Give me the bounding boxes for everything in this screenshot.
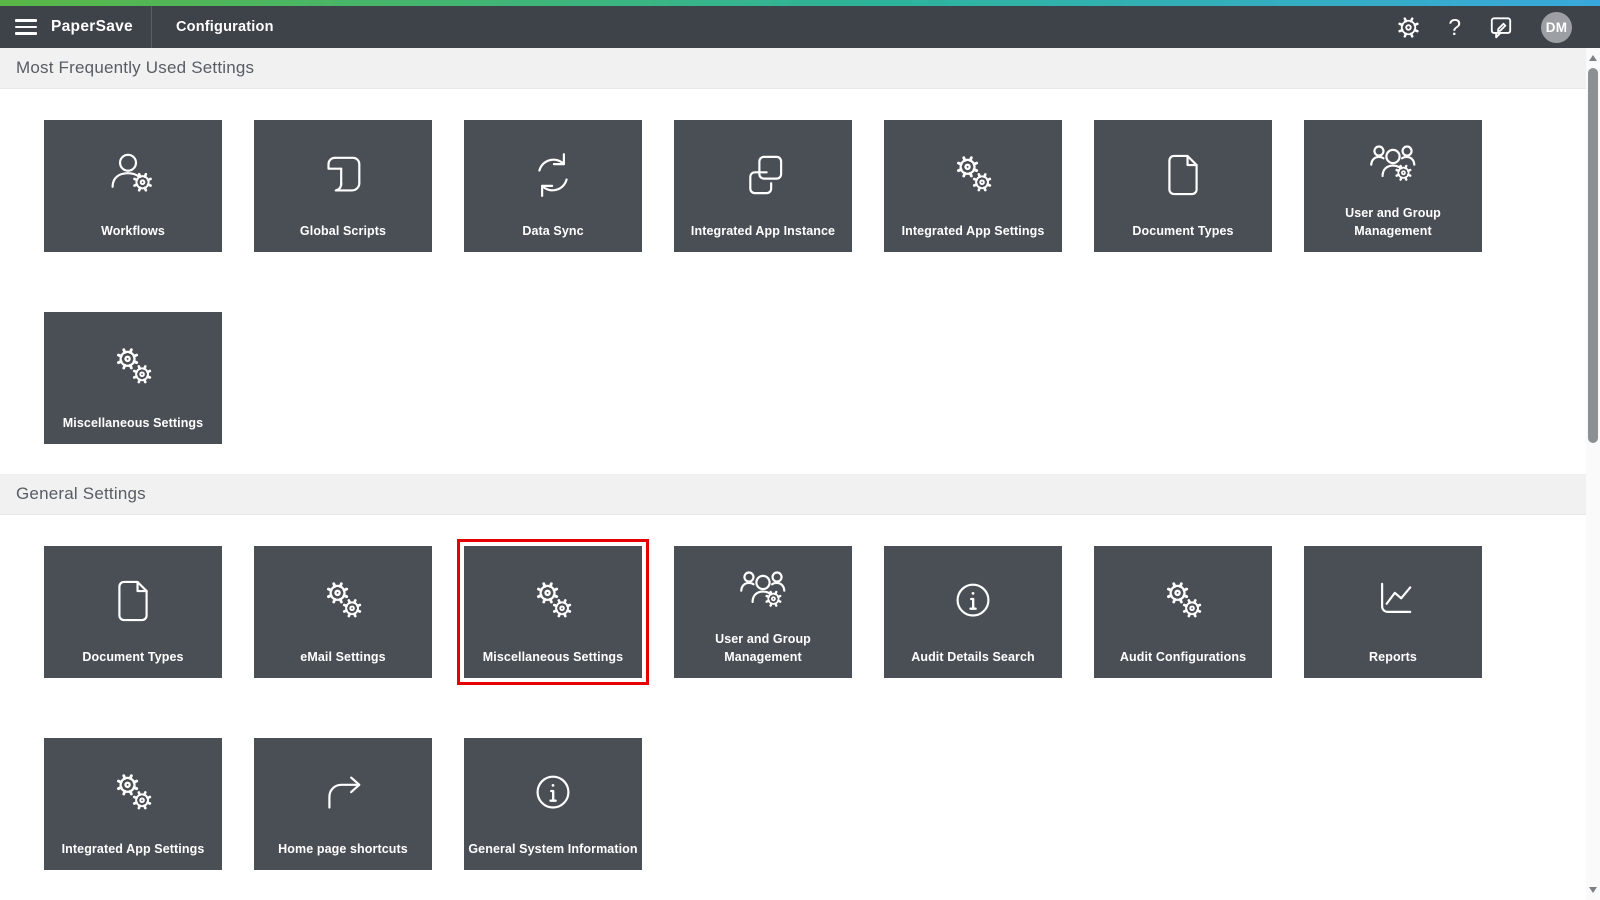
- tile-audit-configurations[interactable]: Audit Configurations: [1094, 546, 1272, 678]
- help-icon[interactable]: ?: [1448, 16, 1461, 39]
- tile-workflows[interactable]: Workflows: [44, 120, 222, 252]
- tile-global-scripts[interactable]: Global Scripts: [254, 120, 432, 252]
- info-icon: [944, 546, 1002, 648]
- tile-audit-details-search[interactable]: Audit Details Search: [884, 546, 1062, 678]
- tile-grid: Document Types eMail Settings Miscellaneou…: [0, 515, 1586, 900]
- gears-icon: [524, 546, 582, 648]
- tile-label: General System Information: [466, 840, 639, 870]
- scroll-down-arrow-icon[interactable]: [1589, 887, 1597, 893]
- tile-label: Global Scripts: [298, 222, 388, 252]
- settings-section: Most Frequently Used Settings Workflows Gl…: [0, 48, 1586, 474]
- header-divider: [151, 6, 152, 48]
- tile-integrated-app-settings[interactable]: Integrated App Settings: [884, 120, 1062, 252]
- tile-miscellaneous-settings[interactable]: Miscellaneous Settings: [464, 546, 642, 678]
- tile-label: Reports: [1367, 648, 1419, 678]
- hamburger-menu-icon[interactable]: [15, 19, 37, 34]
- tile-label: Home page shortcuts: [276, 840, 410, 870]
- configuration-page: Most Frequently Used Settings Workflows Gl…: [0, 48, 1586, 900]
- scroll-up-arrow-icon[interactable]: [1589, 55, 1597, 61]
- section-header: General Settings: [0, 474, 1586, 515]
- tile-integrated-app-instance[interactable]: Integrated App Instance: [674, 120, 852, 252]
- settings-section: General Settings Document Types eMail Sett…: [0, 474, 1586, 900]
- tile-label: Workflows: [99, 222, 167, 252]
- tile-label: Integrated App Settings: [900, 222, 1047, 252]
- tile-label: User and Group Management: [674, 630, 852, 679]
- scrollbar-thumb[interactable]: [1588, 68, 1598, 443]
- tile-user-and-group-management[interactable]: User and Group Management: [674, 546, 852, 678]
- gears-icon: [104, 312, 162, 414]
- tile-label: Audit Configurations: [1118, 648, 1248, 678]
- document-icon: [1154, 120, 1212, 222]
- sync-icon: [524, 120, 582, 222]
- tile-grid: Workflows Global Scripts Data Sync Integrat…: [0, 89, 1586, 474]
- tile-home-page-shortcuts[interactable]: Home page shortcuts: [254, 738, 432, 870]
- tile-data-sync[interactable]: Data Sync: [464, 120, 642, 252]
- tile-general-system-information[interactable]: General System Information: [464, 738, 642, 870]
- scrollbar[interactable]: [1586, 48, 1600, 900]
- gears-icon: [1154, 546, 1212, 648]
- user-gear-icon: [104, 120, 162, 222]
- tile-document-types[interactable]: Document Types: [44, 546, 222, 678]
- gears-icon: [314, 546, 372, 648]
- tile-label: eMail Settings: [298, 648, 387, 678]
- tile-user-and-group-management[interactable]: User and Group Management: [1304, 120, 1482, 252]
- tile-label: Miscellaneous Settings: [61, 414, 205, 444]
- users-gear-icon: [734, 546, 792, 630]
- overlap-squares-icon: [734, 120, 792, 222]
- tile-integrated-app-settings[interactable]: Integrated App Settings: [44, 738, 222, 870]
- info-icon: [524, 738, 582, 840]
- scroll-icon: [314, 120, 372, 222]
- feedback-icon[interactable]: [1488, 14, 1514, 40]
- gears-icon: [944, 120, 1002, 222]
- tile-label: Document Types: [80, 648, 185, 678]
- gears-icon: [104, 738, 162, 840]
- header-actions: ? DM: [1396, 12, 1600, 43]
- tile-label: Integrated App Instance: [689, 222, 837, 252]
- tile-label: Audit Details Search: [909, 648, 1037, 678]
- brand-logo[interactable]: PaperSave: [51, 18, 133, 36]
- document-icon: [104, 546, 162, 648]
- tile-label: Document Types: [1130, 222, 1235, 252]
- tile-label: Integrated App Settings: [60, 840, 207, 870]
- tile-miscellaneous-settings[interactable]: Miscellaneous Settings: [44, 312, 222, 444]
- tile-label: User and Group Management: [1304, 204, 1482, 253]
- section-header: Most Frequently Used Settings: [0, 48, 1586, 89]
- tile-label: Miscellaneous Settings: [481, 648, 625, 678]
- tile-label: Data Sync: [520, 222, 585, 252]
- arrow-curve-icon: [314, 738, 372, 840]
- avatar[interactable]: DM: [1541, 12, 1572, 43]
- app-header: PaperSave Configuration ? DM: [0, 6, 1600, 48]
- tile-document-types[interactable]: Document Types: [1094, 120, 1272, 252]
- chart-icon: [1364, 546, 1422, 648]
- users-gear-icon: [1364, 120, 1422, 204]
- tab-configuration[interactable]: Configuration: [176, 19, 274, 35]
- settings-gear-icon[interactable]: [1396, 15, 1421, 40]
- tile-reports[interactable]: Reports: [1304, 546, 1482, 678]
- tile-email-settings[interactable]: eMail Settings: [254, 546, 432, 678]
